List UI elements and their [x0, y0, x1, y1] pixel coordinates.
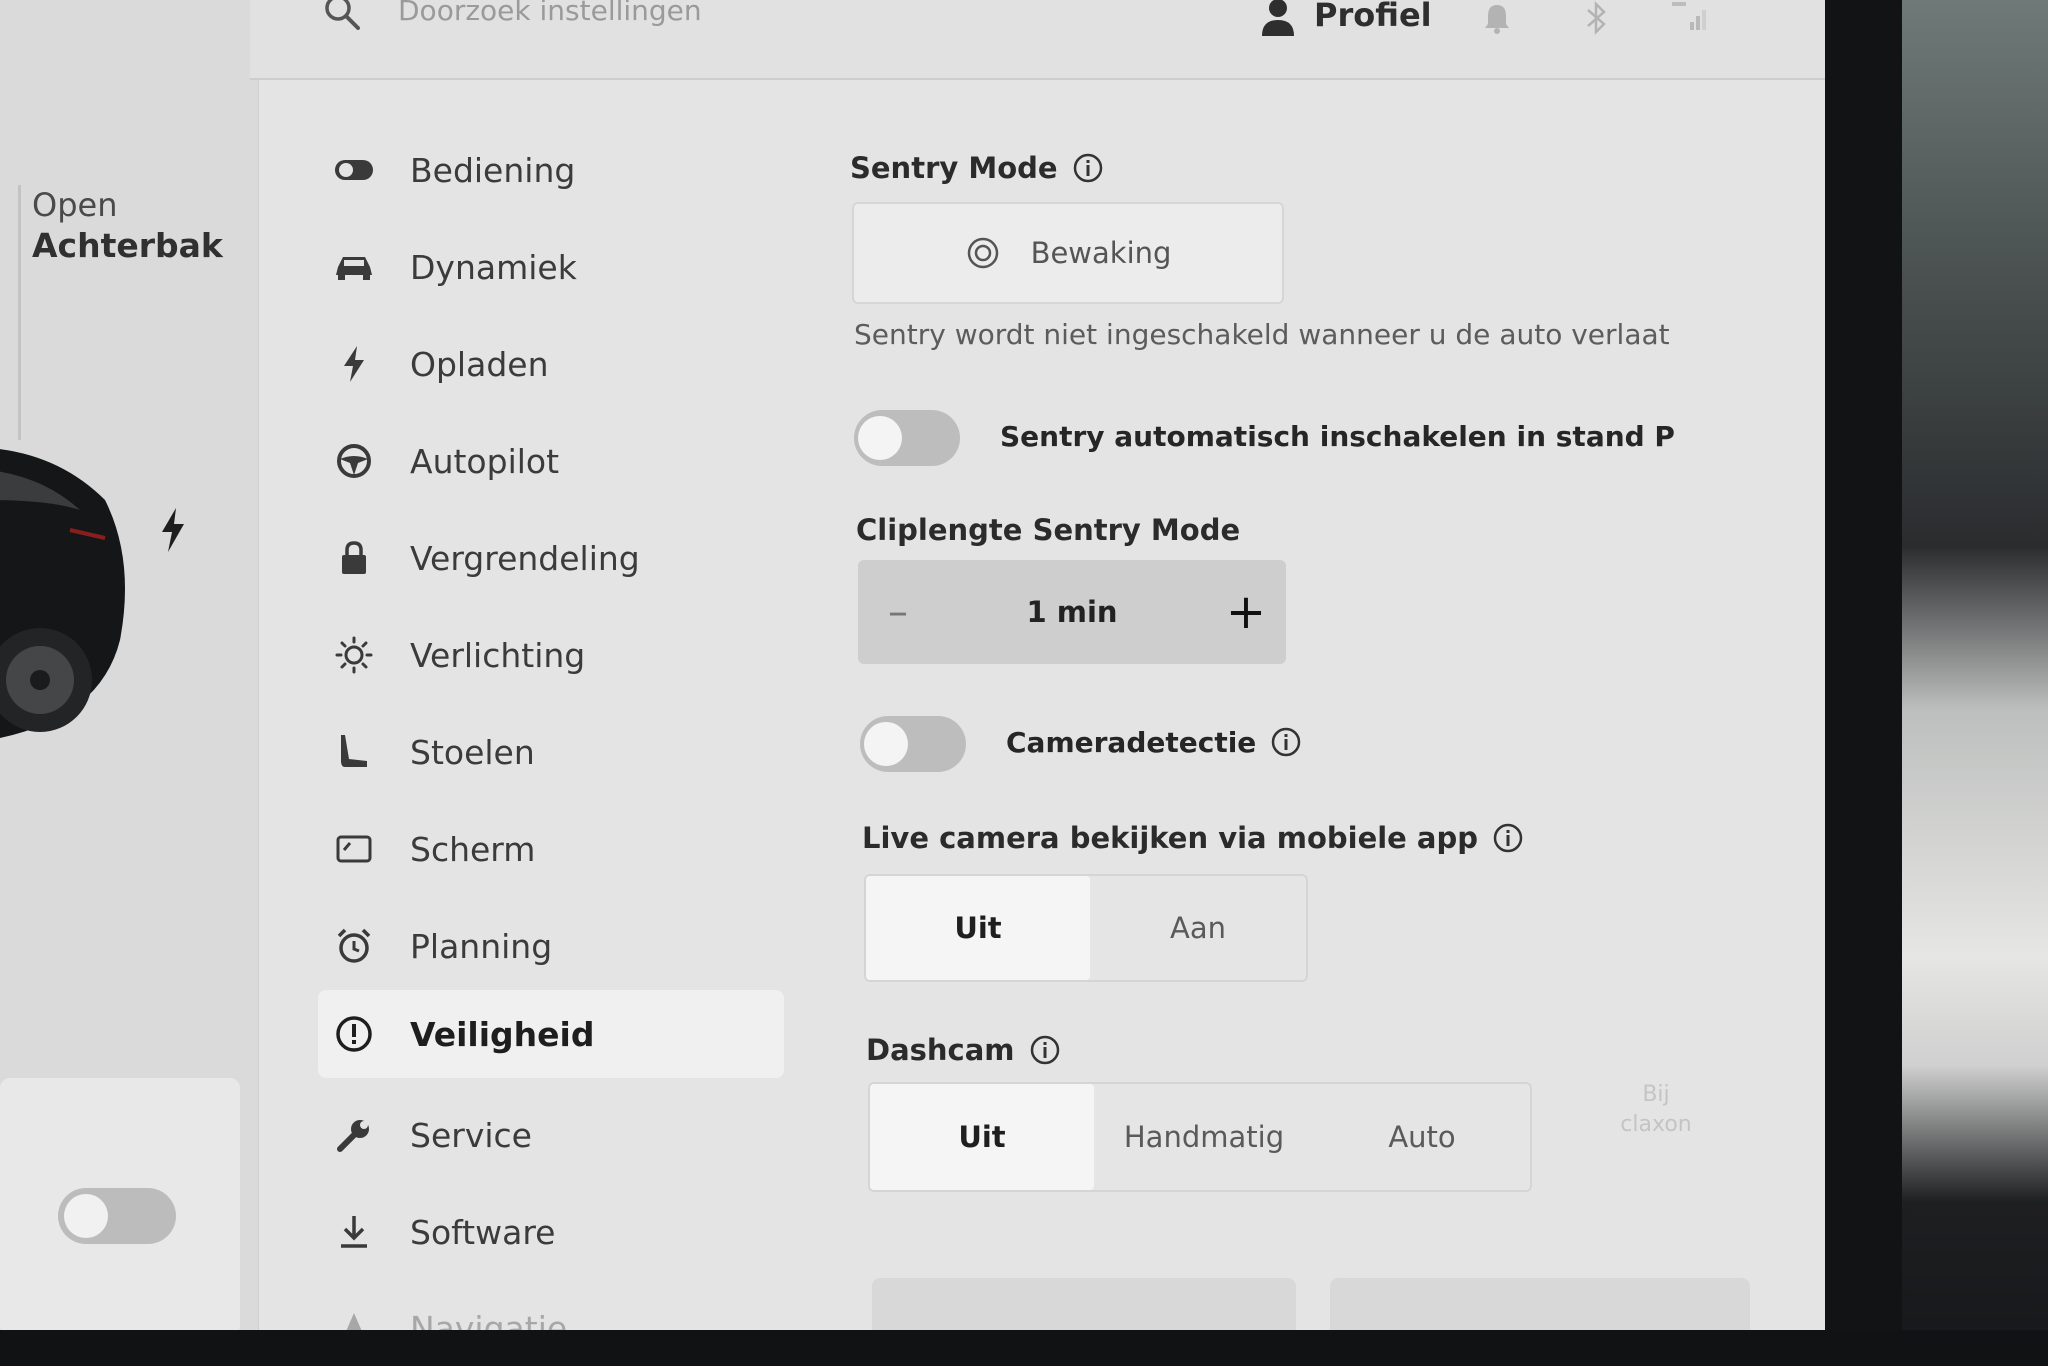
- steering-wheel-icon: [332, 439, 376, 483]
- sidebar-item-label: Veiligheid: [410, 1014, 595, 1054]
- lightning-icon: [332, 342, 376, 386]
- sentry-mode-title: Sentry Mode: [850, 148, 1104, 188]
- sidebar-item-veiligheid[interactable]: Veiligheid: [318, 990, 784, 1078]
- sidebar-item-scherm[interactable]: Scherm: [318, 809, 784, 889]
- touchscreen: Open Achterbak Doorzoek instellingen Pro…: [0, 0, 1825, 1338]
- toggle-icon: [332, 148, 376, 192]
- sidebar-item-verlichting[interactable]: Verlichting: [318, 615, 784, 695]
- sidebar-item-label: Autopilot: [410, 441, 560, 481]
- sidebar-item-service[interactable]: Service: [318, 1095, 784, 1175]
- wrench-icon: [332, 1113, 376, 1157]
- sidebar-item-label: Bediening: [410, 150, 576, 190]
- clip-length-stepper: – 1 min +: [858, 560, 1286, 664]
- live-camera-title: Live camera bekijken via mobiele app: [862, 816, 1524, 860]
- sentry-mode-title-text: Sentry Mode: [850, 151, 1058, 185]
- dashcam-option-bij-claxon[interactable]: Bij claxon: [1566, 1080, 1746, 1140]
- sidebar-item-autopilot[interactable]: Autopilot: [318, 421, 784, 501]
- increment-button[interactable]: +: [1206, 584, 1286, 640]
- live-camera-title-text: Live camera bekijken via mobiele app: [862, 821, 1479, 855]
- dashcam-option-bij-claxon-line1: Bij: [1642, 1082, 1670, 1107]
- sidebar-item-software[interactable]: Software: [318, 1192, 784, 1272]
- sidebar-item-label: Scherm: [410, 829, 536, 869]
- profile-icon[interactable]: [1260, 0, 1296, 36]
- trunk-indicator-line: [18, 185, 21, 440]
- trunk-open-link[interactable]: Open: [32, 186, 117, 224]
- car-image: [0, 449, 125, 738]
- sentry-auto-toggle-label: Sentry automatisch inschakelen in stand …: [1000, 419, 1675, 453]
- sidebar-item-planning[interactable]: Planning: [318, 906, 784, 986]
- sidebar-item-label: Opladen: [410, 344, 549, 384]
- camera-detection-label: Cameradetectie: [1006, 714, 1302, 770]
- live-camera-segmented-control: Uit Aan: [864, 874, 1308, 982]
- seat-icon: [332, 730, 376, 774]
- live-camera-option-uit[interactable]: Uit: [866, 876, 1090, 980]
- sidebar-item-opladen[interactable]: Opladen: [318, 324, 784, 404]
- dashcam-option-auto[interactable]: Auto: [1314, 1084, 1530, 1190]
- sidebar-item-label: Service: [410, 1115, 532, 1155]
- search-icon[interactable]: [322, 0, 362, 32]
- quick-control-toggle[interactable]: [58, 1188, 176, 1244]
- sidebar-item-vergrendeling[interactable]: Vergrendeling: [318, 518, 784, 598]
- sidebar-item-label: Verlichting: [410, 635, 586, 675]
- bell-icon[interactable]: [1483, 2, 1511, 34]
- sentry-auto-toggle[interactable]: [854, 410, 960, 466]
- sidebar-item-dynamiek[interactable]: Dynamiek: [318, 227, 784, 307]
- live-camera-option-aan[interactable]: Aan: [1090, 876, 1306, 980]
- info-icon[interactable]: [1492, 822, 1524, 854]
- record-circle-icon: [967, 237, 998, 269]
- decrement-button[interactable]: –: [858, 589, 938, 635]
- sidebar-item-label: Stoelen: [410, 732, 535, 772]
- sentry-mode-button[interactable]: Bewaking: [852, 202, 1284, 304]
- dashcam-segmented-control: Uit Handmatig Auto: [868, 1082, 1532, 1192]
- car-icon: [332, 245, 376, 289]
- clip-length-title: Cliplengte Sentry Mode: [856, 513, 1241, 547]
- download-icon: [332, 1210, 376, 1254]
- sentry-mode-button-label: Bewaking: [1030, 236, 1172, 270]
- info-icon[interactable]: [1270, 726, 1302, 758]
- info-icon[interactable]: [1029, 1034, 1061, 1066]
- dashcam-title: Dashcam: [866, 1028, 1061, 1072]
- search-input[interactable]: Doorzoek instellingen: [398, 0, 702, 27]
- screen-bezel: [1812, 0, 1902, 1366]
- bluetooth-icon[interactable]: [1584, 0, 1610, 36]
- trunk-label[interactable]: Achterbak: [32, 226, 223, 265]
- display-icon: [332, 827, 376, 871]
- clip-length-value: 1 min: [1026, 595, 1118, 629]
- dashcam-title-text: Dashcam: [866, 1033, 1015, 1067]
- profile-button[interactable]: Profiel: [1314, 0, 1432, 34]
- info-icon[interactable]: [1072, 152, 1104, 184]
- alarm-clock-icon: [332, 924, 376, 968]
- sun-icon: [332, 633, 376, 677]
- bottom-button-left[interactable]: [872, 1278, 1296, 1338]
- screen-bezel-bottom: [0, 1330, 2048, 1366]
- alert-circle-icon: [332, 1012, 376, 1056]
- camera-detection-toggle[interactable]: [860, 716, 966, 772]
- lte-signal-icon: [1672, 2, 1706, 30]
- lightning-icon: [162, 508, 184, 552]
- bottom-button-right[interactable]: [1330, 1278, 1750, 1338]
- sentry-note: Sentry wordt niet ingeschakeld wanneer u…: [854, 318, 1670, 351]
- sidebar-item-bediening[interactable]: Bediening: [318, 130, 784, 210]
- car-panel: Open Achterbak: [0, 0, 259, 1338]
- car-interior-background: [1880, 0, 2048, 1366]
- dashcam-option-uit[interactable]: Uit: [870, 1084, 1094, 1190]
- sidebar-item-label: Vergrendeling: [410, 538, 640, 578]
- camera-detection-label-text: Cameradetectie: [1006, 725, 1257, 759]
- lock-icon: [332, 536, 376, 580]
- dashcam-option-bij-claxon-line2: claxon: [1620, 1112, 1692, 1137]
- top-bar: Doorzoek instellingen Profiel: [250, 0, 1825, 80]
- sidebar-item-label: Dynamiek: [410, 247, 577, 287]
- sidebar-item-label: Planning: [410, 926, 553, 966]
- sidebar-item-stoelen[interactable]: Stoelen: [318, 712, 784, 792]
- dashcam-option-handmatig[interactable]: Handmatig: [1094, 1084, 1314, 1190]
- sidebar-item-label: Software: [410, 1212, 556, 1252]
